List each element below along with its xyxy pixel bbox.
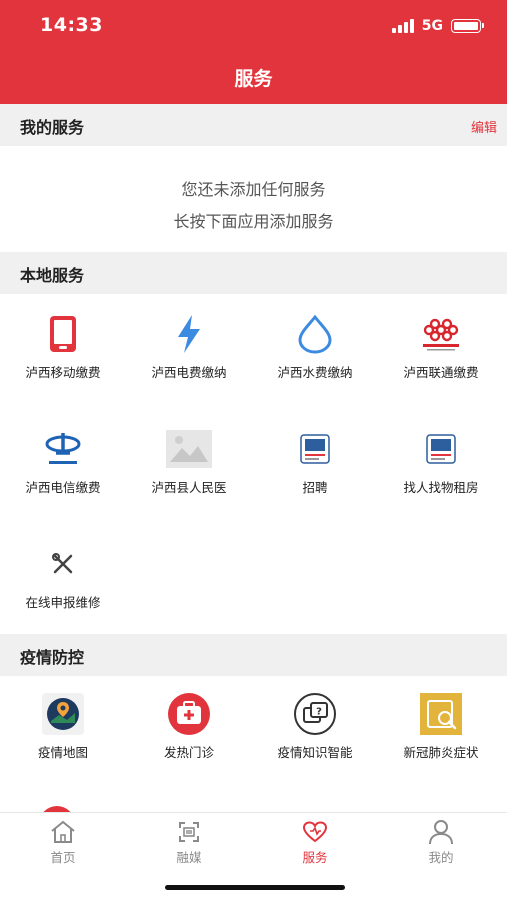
local-services-title: 本地服务 [20, 266, 85, 285]
tile-label: 新冠肺炎症状 [403, 745, 479, 760]
medical-kit-icon [165, 690, 213, 738]
search-document-icon [417, 690, 465, 738]
tile-label: 泸西联通缴费 [403, 365, 479, 380]
tab-home[interactable]: 首页 [0, 819, 126, 866]
tile-label: 找人找物租房 [403, 480, 479, 495]
tile-label: 疫情地图 [37, 745, 88, 760]
service-electricity-payment[interactable]: 泸西电费缴纳 [126, 310, 252, 381]
signal-icon [391, 19, 414, 33]
service-telecom-payment[interactable]: 泸西电信缴费 [0, 425, 126, 496]
network-type: 5G [421, 18, 443, 34]
epidemic-title: 疫情防控 [20, 648, 85, 667]
my-services-header: 我的服务 编辑 [0, 104, 507, 146]
tile-label: 泸西电费缴纳 [151, 365, 227, 380]
heart-icon [300, 819, 330, 845]
media-icon [174, 819, 204, 845]
tab-services[interactable]: 服务 [252, 819, 378, 866]
lightning-icon [165, 310, 213, 358]
service-unicom-payment[interactable]: 泸西联通缴费 [378, 310, 504, 381]
tile-label: 泸西电信缴费 [25, 480, 101, 495]
epidemic-map[interactable]: 疫情地图 [0, 690, 126, 761]
tile-label: 疫情知识智能 [277, 745, 353, 760]
tab-label: 服务 [302, 850, 328, 865]
fever-clinic[interactable]: 发热门诊 [126, 690, 252, 761]
service-online-repair[interactable]: 在线申报维修 [0, 540, 126, 611]
service-mobile-payment[interactable]: 泸西移动缴费 [0, 310, 126, 381]
question-chat-icon: ? [291, 690, 339, 738]
my-services-title: 我的服务 [20, 118, 85, 137]
image-placeholder-icon [165, 425, 213, 473]
home-indicator [165, 885, 345, 890]
phone-icon [39, 310, 87, 358]
home-icon [48, 819, 78, 845]
tab-label: 我的 [428, 850, 454, 865]
tab-label: 融媒 [176, 850, 202, 865]
tab-media[interactable]: 融媒 [126, 819, 252, 866]
header: 14:33 5G 服务 [0, 0, 507, 104]
map-icon [39, 690, 87, 738]
app-thumbnail-icon [291, 425, 339, 473]
tile-label: 泸西水费缴纳 [277, 365, 353, 380]
tile-label: 泸西县人民医 [151, 480, 227, 495]
epidemic-header: 疫情防控 [0, 634, 507, 676]
app-thumbnail-icon [417, 425, 465, 473]
china-unicom-logo [417, 310, 465, 358]
tile-label: 在线申报维修 [25, 595, 101, 610]
water-drop-icon [291, 310, 339, 358]
service-recruitment[interactable]: 招聘 [252, 425, 378, 496]
empty-hint-line2: 长按下面应用添加服务 [173, 212, 334, 231]
tile-label: 招聘 [302, 480, 328, 495]
tile-label: 泸西移动缴费 [25, 365, 101, 380]
tile-label: 发热门诊 [163, 745, 214, 760]
battery-icon [451, 19, 484, 33]
china-telecom-logo [39, 425, 87, 473]
status-time: 14:33 [40, 14, 103, 36]
service-water-payment[interactable]: 泸西水费缴纳 [252, 310, 378, 381]
empty-hint-line1: 您还未添加任何服务 [181, 180, 326, 199]
svg-text:?: ? [316, 707, 322, 718]
service-county-hospital[interactable]: 泸西县人民医 [126, 425, 252, 496]
local-services-header: 本地服务 [0, 252, 507, 294]
tab-label: 首页 [50, 850, 76, 865]
epidemic-knowledge[interactable]: ? 疫情知识智能 [252, 690, 378, 761]
covid-symptoms[interactable]: 新冠肺炎症状 [378, 690, 504, 761]
tools-icon [39, 540, 87, 588]
service-lost-found-rental[interactable]: 找人找物租房 [378, 425, 504, 496]
tab-profile[interactable]: 我的 [378, 819, 504, 866]
edit-button[interactable]: 编辑 [471, 117, 497, 136]
status-indicators: 5G [391, 16, 484, 36]
user-icon [426, 819, 456, 845]
page-title: 服务 [234, 68, 273, 90]
